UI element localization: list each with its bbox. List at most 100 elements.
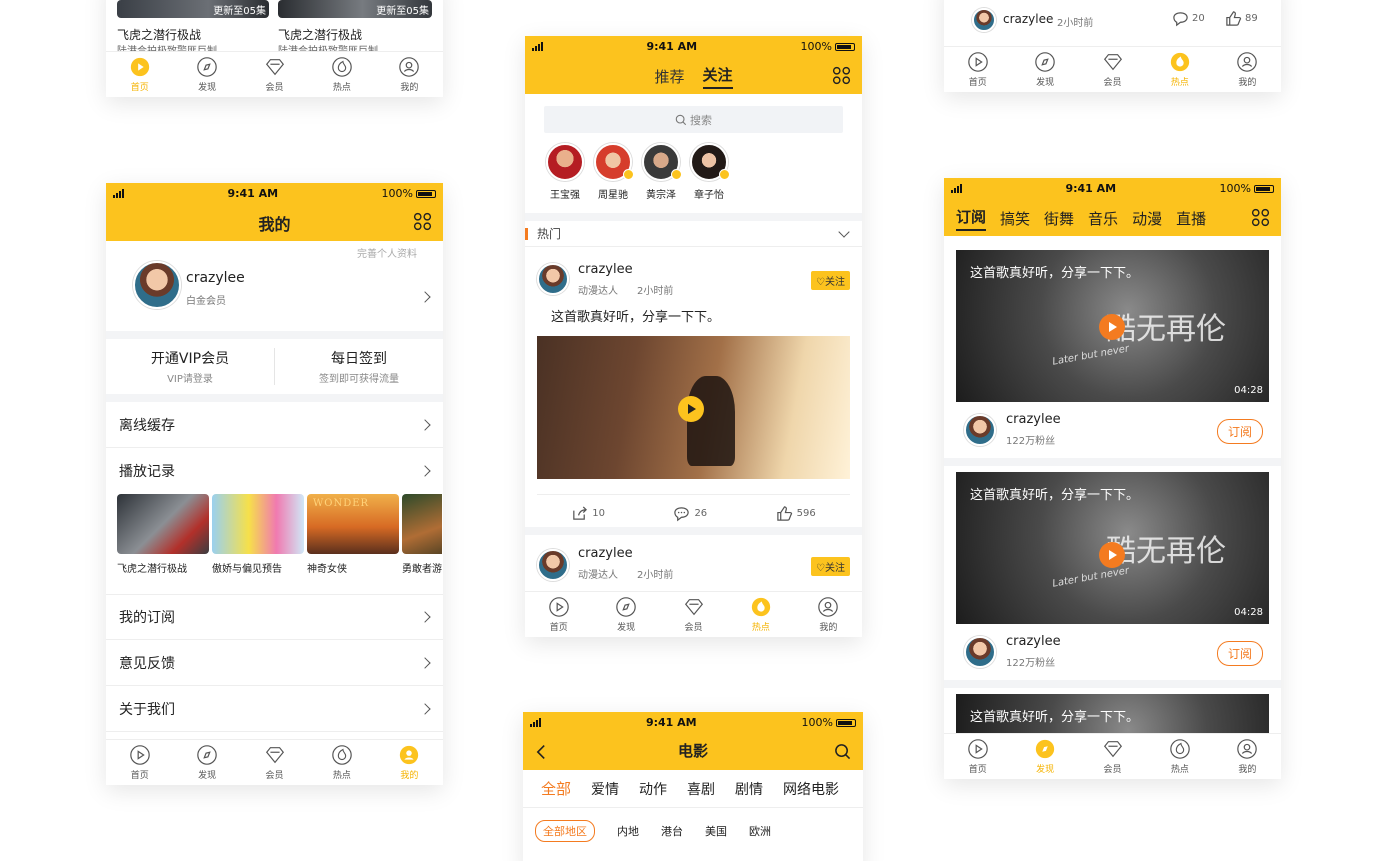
user-icon xyxy=(1237,739,1258,759)
menu-about[interactable]: 关于我们 xyxy=(106,686,443,732)
tab-discover[interactable]: 发现 xyxy=(173,52,240,97)
person-item[interactable]: 王宝强 xyxy=(546,143,584,201)
screen-collage: 更新至05集 更新至05集 飞虎之潜行极战 陆港合拍极致警匪巨制 飞虎之潜行极战… xyxy=(0,0,1400,861)
tab-member[interactable]: 会员 xyxy=(1079,47,1146,92)
channel-tab[interactable]: 音乐 xyxy=(1088,208,1118,229)
history-item[interactable]: 傲娇与偏见预告 xyxy=(212,494,304,575)
video-thumb[interactable]: 这首歌真好听，分享一下下。 酷无再伦 Later but never 04:28 xyxy=(956,250,1269,402)
menu-grid-icon[interactable] xyxy=(1251,208,1270,227)
comment-button[interactable]: 26 xyxy=(673,505,707,522)
channel-tab[interactable]: 搞笑 xyxy=(1000,208,1030,229)
subscribe-button[interactable]: 订阅 xyxy=(1216,419,1263,444)
video-thumb[interactable]: 更新至05集 xyxy=(117,0,269,18)
section-header[interactable]: 热门 xyxy=(525,221,862,247)
back-arrow-icon[interactable] xyxy=(536,744,546,760)
tab-discover[interactable]: 发现 xyxy=(592,592,659,637)
history-item[interactable]: WONDER 神奇女侠 xyxy=(307,494,399,575)
post-user[interactable]: crazylee xyxy=(578,262,633,277)
sign-in-button[interactable]: 每日签到 签到即可获得流量 xyxy=(275,348,443,385)
tab-recommend[interactable]: 推荐 xyxy=(654,66,684,87)
post-user[interactable]: crazylee xyxy=(1003,12,1053,26)
comment-button[interactable]: 20 xyxy=(1172,10,1205,27)
category-tab[interactable]: 爱情 xyxy=(591,779,619,799)
menu-subscription[interactable]: 我的订阅 xyxy=(106,594,443,640)
tab-home[interactable]: 首页 xyxy=(106,52,173,97)
category-tab[interactable]: 动作 xyxy=(639,779,667,799)
video-caption: 这首歌真好听，分享一下下。 xyxy=(970,488,1140,503)
region-filter[interactable]: 内地 xyxy=(617,823,639,839)
category-tab[interactable]: 剧情 xyxy=(735,779,763,799)
channel-tab[interactable]: 订阅 xyxy=(956,206,987,231)
region-filter[interactable]: 全部地区 xyxy=(535,820,595,842)
like-button[interactable]: 89 xyxy=(1225,10,1258,27)
follow-button[interactable]: ♡关注 xyxy=(811,557,850,576)
tab-mine[interactable]: 我的 xyxy=(1214,734,1281,779)
subscribe-button[interactable]: 订阅 xyxy=(1216,641,1263,666)
menu-play-history[interactable]: 播放记录 xyxy=(106,448,443,494)
tab-hot[interactable]: 热点 xyxy=(1146,734,1213,779)
channel-user[interactable]: crazylee xyxy=(1006,412,1061,427)
tab-hot[interactable]: 热点 xyxy=(1146,47,1213,92)
tab-member[interactable]: 会员 xyxy=(660,592,727,637)
region-filter[interactable]: 欧洲 xyxy=(749,823,771,839)
tab-member[interactable]: 会员 xyxy=(1079,734,1146,779)
tab-discover[interactable]: 发现 xyxy=(1011,47,1078,92)
history-item[interactable]: 勇敢者游戏 xyxy=(402,494,442,575)
region-filters: 全部地区 内地 港台 美国 欧洲 xyxy=(523,808,863,842)
person-item[interactable]: 黄宗泽 xyxy=(642,143,682,201)
category-tab[interactable]: 网络电影 xyxy=(783,779,839,799)
channel-tab[interactable]: 街舞 xyxy=(1044,208,1074,229)
post-user[interactable]: crazylee xyxy=(578,546,633,561)
post-video[interactable] xyxy=(537,336,850,479)
search-icon[interactable] xyxy=(834,743,851,760)
channel-user[interactable]: crazylee xyxy=(1006,634,1061,649)
category-tab[interactable]: 全部 xyxy=(541,778,571,799)
person-item[interactable]: 周星驰 xyxy=(594,143,634,201)
play-button-icon[interactable] xyxy=(678,396,704,422)
tab-label: 会员 xyxy=(1103,765,1122,775)
phone-feed-partial: crazylee 2小时前 20 89 首页 发现 会员 热点 我的 xyxy=(944,0,1281,92)
search-input[interactable]: 搜索 xyxy=(544,106,843,133)
person-item[interactable]: 章子怡 xyxy=(690,143,730,201)
tab-home[interactable]: 首页 xyxy=(944,47,1011,92)
tab-home[interactable]: 首页 xyxy=(525,592,592,637)
menu-feedback[interactable]: 意见反馈 xyxy=(106,640,443,686)
share-button[interactable]: 10 xyxy=(571,505,605,522)
tab-mine[interactable]: 我的 xyxy=(1214,47,1281,92)
region-filter[interactable]: 港台 xyxy=(661,823,683,839)
follow-button[interactable]: ♡关注 xyxy=(811,271,850,290)
video-thumb[interactable]: 这首歌真好听，分享一下下。 酷无再伦 Later but never 04:28 xyxy=(956,472,1269,624)
history-title: 勇敢者游戏 xyxy=(402,564,442,575)
menu-grid-icon[interactable] xyxy=(413,212,432,231)
tab-hot[interactable]: 热点 xyxy=(727,592,794,637)
category-tab[interactable]: 喜剧 xyxy=(687,779,715,799)
tab-home[interactable]: 首页 xyxy=(106,740,173,785)
tab-hot[interactable]: 热点 xyxy=(308,52,375,97)
video-thumb[interactable]: 更新至05集 xyxy=(278,0,432,18)
menu-offline-cache[interactable]: 离线缓存 xyxy=(106,402,443,448)
tab-mine[interactable]: 我的 xyxy=(376,52,443,97)
tab-discover[interactable]: 发现 xyxy=(1011,734,1078,779)
tab-home[interactable]: 首页 xyxy=(944,734,1011,779)
tab-mine[interactable]: 我的 xyxy=(795,592,862,637)
tab-member[interactable]: 会员 xyxy=(241,52,308,97)
header: 9:41 AM 100% 订阅 搞笑 街舞 音乐 动漫 直播 xyxy=(944,178,1281,236)
tab-follow[interactable]: 关注 xyxy=(702,64,733,89)
like-button[interactable]: 596 xyxy=(776,505,816,522)
complete-profile-link[interactable]: 完善个人资料 xyxy=(357,245,417,260)
channel-tab[interactable]: 直播 xyxy=(1176,208,1206,229)
region-filter[interactable]: 美国 xyxy=(705,823,727,839)
tab-mine[interactable]: 我的 xyxy=(376,740,443,785)
profile-card[interactable]: crazylee 白金会员 完善个人资料 xyxy=(106,241,443,331)
tab-member[interactable]: 会员 xyxy=(241,740,308,785)
tab-bar: 首页 发现 会员 热点 我的 xyxy=(944,46,1281,92)
channel-tab[interactable]: 动漫 xyxy=(1132,208,1162,229)
vip-button[interactable]: 开通VIP会员 VIP请登录 xyxy=(106,348,275,385)
play-button-icon[interactable] xyxy=(1099,542,1125,568)
tab-discover[interactable]: 发现 xyxy=(173,740,240,785)
history-item[interactable]: 飞虎之潜行极战 xyxy=(117,494,209,575)
tab-hot[interactable]: 热点 xyxy=(308,740,375,785)
menu-grid-icon[interactable] xyxy=(832,66,851,85)
avatar xyxy=(546,143,584,181)
play-button-icon[interactable] xyxy=(1099,314,1125,340)
